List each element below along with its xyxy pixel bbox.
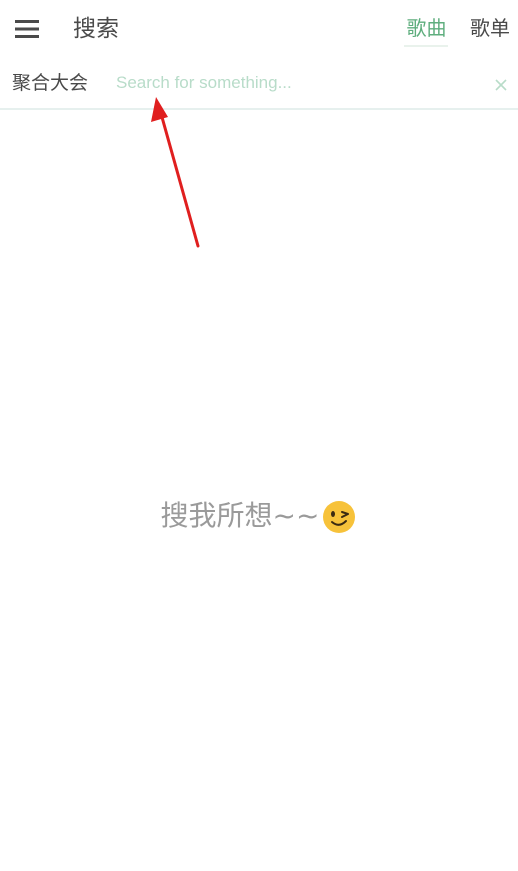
search-source-selector[interactable]: 聚合大会 — [12, 69, 88, 97]
active-tab-indicator — [404, 45, 448, 47]
search-screen: 搜索 歌曲 歌单 聚合大会 搜我所想~~ — [0, 0, 518, 871]
tab-playlists[interactable]: 歌单 — [470, 13, 510, 43]
search-bar: 聚合大会 — [0, 62, 518, 110]
annotation-arrow — [151, 97, 200, 248]
page-title: 搜索 — [73, 16, 119, 42]
hamburger-menu-icon — [15, 20, 39, 38]
menu-button[interactable] — [10, 12, 44, 46]
search-input[interactable] — [114, 68, 478, 98]
tab-songs[interactable]: 歌曲 — [405, 13, 448, 43]
clear-search-button[interactable] — [490, 74, 512, 96]
empty-state-text: 搜我所想~~ — [160, 499, 320, 532]
empty-state: 搜我所想~~ — [0, 494, 518, 538]
app-bar: 搜索 歌曲 歌单 — [0, 0, 518, 58]
close-icon — [495, 79, 507, 91]
wink-emoji-icon — [323, 501, 356, 533]
